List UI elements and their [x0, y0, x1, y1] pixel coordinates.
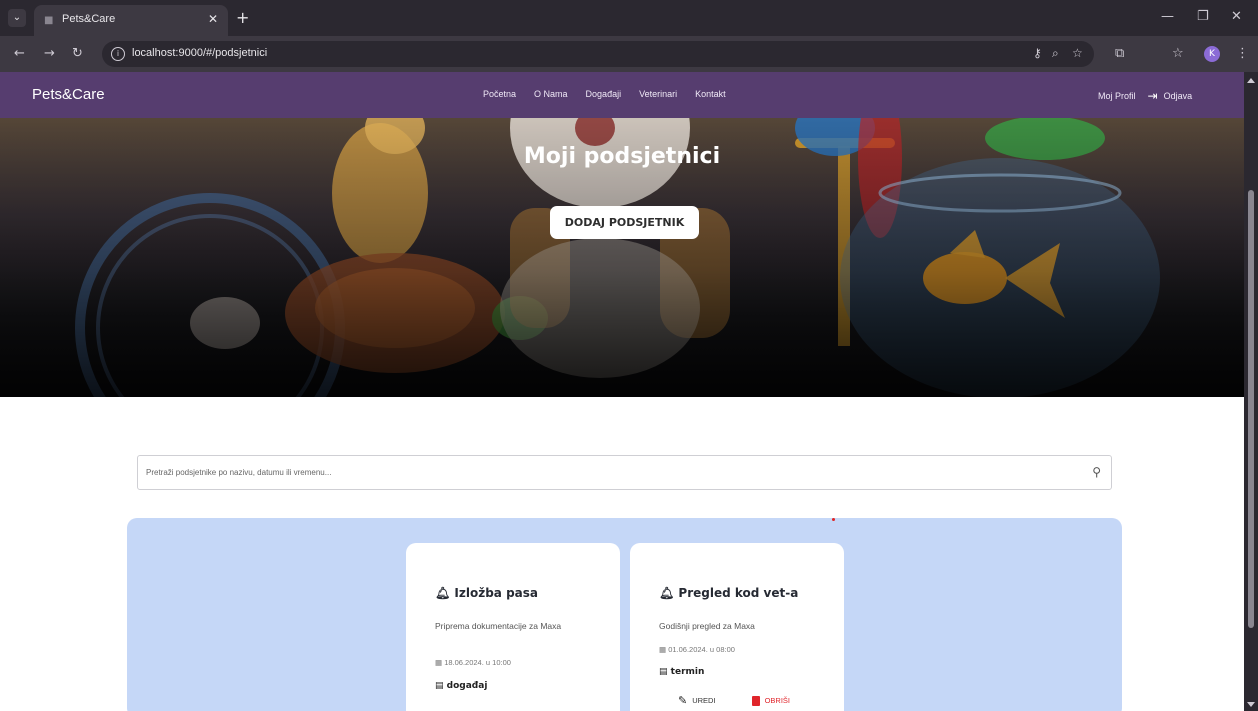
- profile-avatar[interactable]: K: [1204, 46, 1220, 62]
- reminder-actions: ✎ UREDI OBRIŠI: [678, 694, 790, 707]
- reminder-datetime: ▦ 01.06.2024. u 08:00: [659, 645, 735, 654]
- tab-title: Pets&Care: [62, 13, 116, 25]
- reminder-type: ▤ termin: [659, 667, 704, 677]
- bell-icon: 🔔︎: [659, 586, 675, 600]
- search-input[interactable]: [146, 456, 1076, 489]
- tab-search-icon[interactable]: ⌄: [8, 9, 26, 27]
- reminder-type-text: događaj: [446, 681, 488, 691]
- reminder-card: 🔔︎ Pregled kod vet-a Godišnji pregled za…: [630, 543, 844, 711]
- hero-banner: Moji podsjetnici DODAJ PODSJETNIK: [0, 118, 1244, 397]
- reminder-type-text: termin: [670, 667, 705, 677]
- reminder-title-text: Izložba pasa: [454, 586, 539, 600]
- scroll-down-icon[interactable]: [1247, 702, 1255, 707]
- forward-icon[interactable]: →: [44, 46, 55, 61]
- nav-user-area: Moj Profil ⇥ Odjava: [1098, 89, 1192, 103]
- delete-label: OBRIŠI: [764, 696, 790, 705]
- browser-tab[interactable]: ■ Pets&Care ✕: [34, 5, 228, 36]
- browser-tab-bar: ⌄ ■ Pets&Care ✕ + — ❐ ✕: [0, 0, 1258, 36]
- site-info-icon[interactable]: i: [111, 47, 125, 61]
- page-scrollbar[interactable]: [1244, 72, 1258, 711]
- bell-icon: 🔔︎: [435, 586, 451, 600]
- new-tab-icon[interactable]: +: [236, 8, 249, 27]
- tag-icon: ▤: [659, 667, 668, 677]
- browser-toolbar: ← → ↻ i localhost:9000/#/podsjetnici ⚷ ⌕…: [0, 36, 1258, 72]
- reminders-panel: 🔔︎ Izložba pasa Priprema dokumentacije z…: [127, 518, 1122, 711]
- nav-link-contact[interactable]: Kontakt: [695, 89, 726, 99]
- edit-button[interactable]: ✎ UREDI: [678, 694, 716, 707]
- nav-link-vets[interactable]: Veterinari: [639, 89, 677, 99]
- site-brand[interactable]: Pets&Care: [32, 86, 105, 103]
- site-navbar: Pets&Care Početna O Nama Događaji Veteri…: [0, 72, 1244, 118]
- reminder-title: 🔔︎ Izložba pasa: [435, 586, 538, 600]
- reminder-description: Godišnji pregled za Maxa: [659, 621, 755, 631]
- nav-link-profile[interactable]: Moj Profil: [1098, 91, 1136, 101]
- password-key-icon[interactable]: ⚷: [1033, 46, 1042, 60]
- nav-links: Početna O Nama Događaji Veterinari Konta…: [483, 89, 726, 99]
- reminder-datetime-text: 01.06.2024. u 08:00: [668, 645, 735, 654]
- nav-link-home[interactable]: Početna: [483, 89, 516, 99]
- reminder-type: ▤ događaj: [435, 681, 487, 691]
- calendar-icon: ▦: [435, 658, 443, 667]
- bookmarks-icon[interactable]: ☆: [1172, 46, 1184, 61]
- pencil-icon: ✎: [678, 695, 688, 707]
- nav-link-about[interactable]: O Nama: [534, 89, 568, 99]
- back-icon[interactable]: ←: [14, 46, 25, 61]
- address-bar[interactable]: i localhost:9000/#/podsjetnici ⚷ ⌕ ☆: [102, 41, 1094, 67]
- minimize-icon[interactable]: —: [1161, 9, 1174, 24]
- reminder-description: Priprema dokumentacije za Maxa: [435, 621, 562, 631]
- url-text[interactable]: localhost:9000/#/podsjetnici: [132, 47, 267, 59]
- logout-link[interactable]: Odjava: [1164, 91, 1193, 101]
- extensions-icon[interactable]: ⧉: [1115, 46, 1124, 61]
- tag-icon: ▤: [435, 681, 444, 691]
- reminder-card: 🔔︎ Izložba pasa Priprema dokumentacije z…: [406, 543, 620, 711]
- indicator-dot: [832, 518, 835, 521]
- zoom-icon[interactable]: ⌕: [1052, 46, 1059, 61]
- page-title: Moji podsjetnici: [523, 144, 721, 169]
- trash-icon: [751, 695, 760, 706]
- favicon-icon: ■: [44, 15, 54, 26]
- close-tab-icon[interactable]: ✕: [208, 12, 218, 26]
- scroll-thumb[interactable]: [1248, 190, 1254, 628]
- browser-menu-icon[interactable]: ⋮: [1236, 46, 1249, 61]
- logout-icon[interactable]: ⇥: [1148, 89, 1158, 103]
- reminder-datetime: ▦ 18.06.2024. u 10:00: [435, 658, 511, 667]
- reminder-title-text: Pregled kod vet-a: [678, 586, 799, 600]
- window-close-icon[interactable]: ✕: [1231, 9, 1242, 24]
- restore-icon[interactable]: ❐: [1197, 9, 1209, 24]
- page-viewport: Pets&Care Početna O Nama Događaji Veteri…: [0, 72, 1244, 711]
- calendar-icon: ▦: [659, 645, 667, 654]
- reminder-datetime-text: 18.06.2024. u 10:00: [444, 658, 511, 667]
- scroll-up-icon[interactable]: [1247, 78, 1255, 83]
- add-reminder-button[interactable]: DODAJ PODSJETNIK: [550, 206, 699, 239]
- delete-button[interactable]: OBRIŠI: [751, 695, 790, 706]
- reminder-title: 🔔︎ Pregled kod vet-a: [659, 586, 798, 600]
- nav-link-events[interactable]: Događaji: [586, 89, 622, 99]
- edit-label: UREDI: [692, 696, 716, 705]
- bookmark-star-icon[interactable]: ☆: [1072, 46, 1083, 60]
- search-icon[interactable]: ⚲: [1092, 465, 1101, 479]
- search-box: ⚲: [137, 455, 1112, 490]
- reload-icon[interactable]: ↻: [72, 46, 83, 61]
